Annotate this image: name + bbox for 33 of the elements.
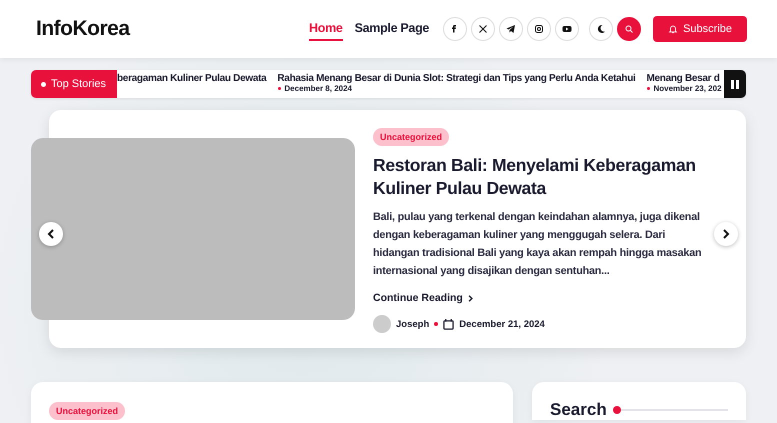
ticker-headline[interactable]: Menang Besar d xyxy=(646,73,722,84)
search-icon[interactable] xyxy=(617,17,642,41)
instagram-icon[interactable] xyxy=(527,17,552,41)
telegram-icon[interactable] xyxy=(499,17,524,41)
moon-icon[interactable] xyxy=(589,17,614,41)
site-logo[interactable]: InfoKorea xyxy=(36,17,130,41)
chevron-right-icon xyxy=(721,229,731,239)
author-name[interactable]: Joseph xyxy=(396,318,430,330)
x-icon[interactable] xyxy=(471,17,496,41)
widget-heading: Search xyxy=(550,400,607,420)
ticker-date: December 8, 2024 xyxy=(278,84,636,93)
pause-icon xyxy=(731,80,739,88)
pause-button[interactable] xyxy=(724,70,746,98)
next-button[interactable] xyxy=(714,222,738,246)
ticker-headline[interactable]: Rahasia Menang Besar di Dunia Slot: Strategi dan Tips yang Perlu Anda Ketahui xyxy=(277,73,636,84)
avatar-icon xyxy=(373,315,391,333)
accent-dot xyxy=(612,406,621,414)
ticker-date: November 23, 202 xyxy=(647,84,722,93)
subscribe-button[interactable]: Subscribe xyxy=(653,16,747,42)
youtube-icon[interactable] xyxy=(555,17,580,41)
nav-link[interactable]: Home xyxy=(309,17,343,41)
nav-link[interactable]: Sample Page xyxy=(354,17,430,41)
continue-reading-link[interactable]: Continue Reading xyxy=(373,292,474,304)
chevron-right-icon xyxy=(466,294,474,302)
ticker-headline[interactable]: beragaman Kuliner Pulau Dewata xyxy=(117,73,266,84)
bell-icon xyxy=(668,24,678,34)
post-excerpt: Bali, pulau yang terkenal dengan keindahan alamnya, juga dikenal dengan keberagaman kuliner yang menggugah selera. Dari hidangan tradisional Bali yang kaya akan rempah hingga masakan internasional yang disajikan dengan sentuhan... xyxy=(373,210,702,279)
chevron-left-icon xyxy=(46,229,56,239)
top-stories-label: Top Stories xyxy=(31,70,117,98)
post-title[interactable]: Restoran Bali: Menyelami Keberagaman Kuliner Pulau Dewata xyxy=(373,154,714,200)
facebook-icon[interactable] xyxy=(443,17,468,41)
post-date: December 21, 2024 xyxy=(459,318,545,330)
calendar-icon xyxy=(443,318,454,330)
